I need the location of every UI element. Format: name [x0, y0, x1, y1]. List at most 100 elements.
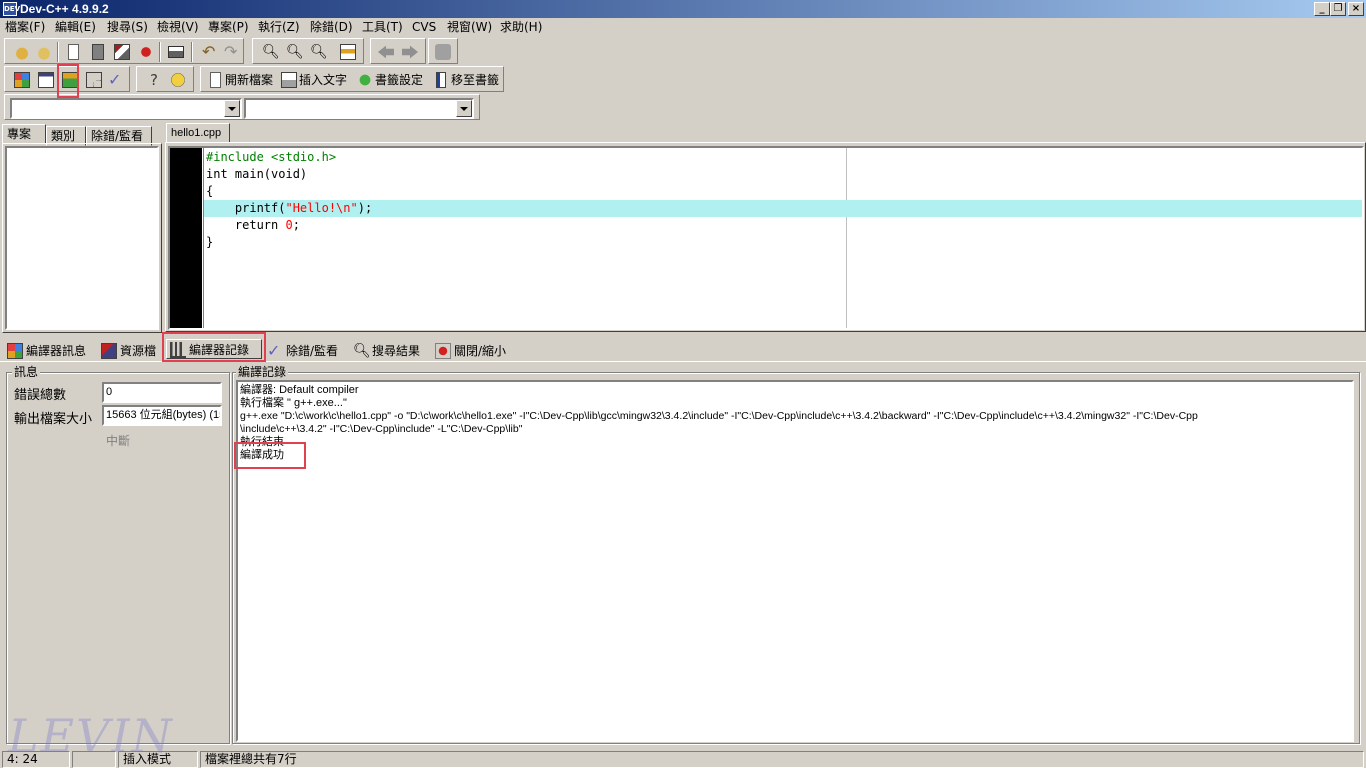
bookmark-settings-label: 書籤設定: [375, 73, 424, 87]
find-next-icon: 🔍︎: [310, 44, 328, 60]
close-panel-icon: [435, 343, 451, 359]
chevron-down-icon[interactable]: [456, 100, 472, 117]
bookmark-settings-button[interactable]: 書籤設定: [355, 69, 423, 91]
menu-help[interactable]: 求助(H): [500, 19, 542, 35]
blank-page-icon: [210, 72, 221, 88]
menu-file[interactable]: 檔案(F): [5, 19, 45, 35]
error-count-label: 錯誤總數: [14, 388, 67, 403]
back-button[interactable]: [375, 41, 397, 63]
undo-icon: ↶: [202, 42, 216, 61]
goto-bookmark-button[interactable]: 移至書籤: [431, 69, 499, 91]
print-button[interactable]: [165, 41, 187, 63]
horizontal-splitter[interactable]: [0, 334, 1366, 338]
tab-compiler-messages[interactable]: 編譯器訊息: [4, 341, 96, 361]
title-bar: DEV Dev-C++ 4.9.9.2 _ ❐ ×: [0, 0, 1366, 18]
log-line: 執行結束: [240, 436, 284, 448]
separator: [191, 42, 193, 62]
save-button[interactable]: [87, 41, 109, 63]
delete-button[interactable]: [432, 41, 454, 63]
error-count-field[interactable]: 0: [102, 382, 222, 403]
rebuild-grid-icon: [86, 72, 102, 88]
tab-project[interactable]: 專案: [2, 124, 46, 144]
compile-run-button[interactable]: [59, 69, 81, 91]
restore-button[interactable]: ❐: [1330, 2, 1346, 16]
tab-close-minimize[interactable]: 關閉/縮小: [432, 341, 514, 361]
search-toolbar: 🔍︎ 🔍︎ 🔍︎: [252, 38, 364, 64]
log-line-success: 編譯成功: [240, 449, 284, 461]
tab-label: 關閉/縮小: [454, 344, 507, 358]
chevron-down-icon[interactable]: [224, 100, 240, 117]
tab-hello1-cpp[interactable]: hello1.cpp: [166, 123, 230, 143]
syntax-check-button[interactable]: ✓: [105, 69, 127, 91]
bar-chart-icon: [170, 342, 186, 358]
menu-cvs[interactable]: CVS: [412, 19, 436, 35]
smiley-icon: [170, 72, 186, 88]
close-project-button[interactable]: [33, 41, 55, 63]
menu-execute[interactable]: 執行(Z): [258, 19, 300, 35]
check-icon: ✓: [267, 341, 281, 360]
goto-line-button[interactable]: [337, 41, 359, 63]
code-token: );: [357, 201, 373, 215]
forward-arrow-icon: [402, 45, 418, 59]
number-literal: 0: [285, 218, 293, 232]
code-line-2: int main(void): [206, 167, 308, 181]
rebuild-all-button[interactable]: [83, 69, 105, 91]
menu-edit[interactable]: 編輯(E): [55, 19, 96, 35]
project-tree[interactable]: [5, 146, 159, 330]
print-icon: [168, 46, 184, 58]
code-line-1: #include <stdio.h>: [206, 150, 337, 164]
replace-icon: 🔍︎: [286, 44, 304, 60]
open-project-button[interactable]: [11, 41, 33, 63]
tab-debug[interactable]: ✓ 除錯/監看: [264, 341, 344, 361]
redo-button[interactable]: ↷: [221, 41, 243, 63]
code-editor[interactable]: #include <stdio.h> int main(void) { prin…: [168, 146, 1364, 330]
menu-window[interactable]: 視窗(W): [447, 19, 492, 35]
compile-grid-icon: [14, 72, 30, 88]
misc-toolbar: [428, 38, 458, 64]
find-button[interactable]: 🔍︎: [259, 41, 281, 63]
insert-text-button[interactable]: 插入文字: [279, 69, 347, 91]
class-select[interactable]: [10, 98, 242, 119]
insert-text-icon: [281, 72, 297, 88]
new-file-button[interactable]: [63, 41, 85, 63]
bookmark-icon: [436, 72, 446, 88]
close-file-button[interactable]: [135, 41, 157, 63]
forward-button[interactable]: [399, 41, 421, 63]
redo-icon: ↷: [224, 42, 238, 61]
output-size-field[interactable]: 15663 位元組(bytes) (15: [102, 405, 222, 426]
find-next-button[interactable]: 🔍︎: [307, 41, 329, 63]
tab-search-results[interactable]: 🔍︎ 搜尋結果: [350, 341, 426, 361]
menu-search[interactable]: 搜尋(S): [107, 19, 148, 35]
menu-debug[interactable]: 除錯(D): [310, 19, 353, 35]
save-all-button[interactable]: [111, 41, 133, 63]
code-line-4: printf("Hello!\n");: [206, 200, 372, 217]
app-icon[interactable]: DEV: [3, 2, 20, 16]
menu-tools[interactable]: 工具(T): [362, 19, 403, 35]
status-line-count: 檔案裡總共有7行: [200, 751, 1364, 768]
tab-baseline: [0, 361, 1366, 362]
close-button[interactable]: ×: [1348, 2, 1364, 16]
new-file-text-button[interactable]: 開新檔案: [205, 69, 273, 91]
abort-button[interactable]: 中斷: [106, 432, 130, 449]
undo-button[interactable]: ↶: [199, 41, 221, 63]
menu-project[interactable]: 專案(P): [208, 19, 249, 35]
compile-toolbar: ✓: [4, 66, 130, 92]
menu-view[interactable]: 檢視(V): [157, 19, 199, 35]
bookmark-plus-icon: [357, 72, 373, 88]
help-button[interactable]: ?: [143, 69, 165, 91]
log-line: 編譯器: Default compiler: [240, 384, 359, 396]
info-group-label: 訊息: [12, 365, 41, 379]
back-arrow-icon: [378, 45, 394, 59]
tab-compile-log[interactable]: 編譯器記錄: [166, 339, 262, 359]
tab-resources[interactable]: 資源檔: [98, 341, 162, 361]
code-line-6: }: [206, 235, 214, 249]
log-line: g++.exe "D:\c\work\c\hello1.cpp" -o "D:\…: [240, 410, 1198, 422]
compile-button[interactable]: [11, 69, 33, 91]
about-button[interactable]: [167, 69, 189, 91]
bookmark-toolbar: 開新檔案 插入文字 書籤設定 移至書籤: [200, 66, 504, 92]
member-select[interactable]: [244, 98, 474, 119]
run-button[interactable]: [35, 69, 57, 91]
compile-log-output[interactable]: 編譯器: Default compiler 執行檔案 " g++.exe..."…: [236, 380, 1354, 742]
replace-button[interactable]: 🔍︎: [283, 41, 305, 63]
minimize-button[interactable]: _: [1314, 2, 1330, 16]
